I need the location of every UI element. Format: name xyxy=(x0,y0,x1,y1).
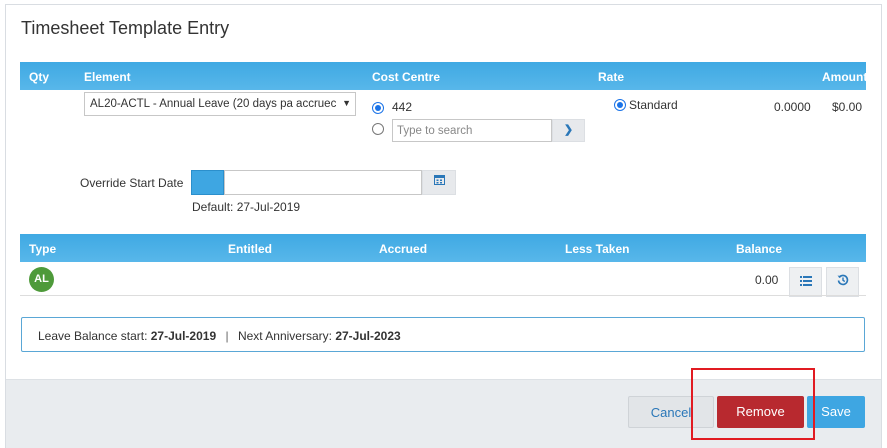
balance-history-button[interactable] xyxy=(826,267,859,297)
override-date-indicator xyxy=(191,170,224,195)
leave-balance-start-value: 27-Jul-2019 xyxy=(150,329,217,343)
balance-value: 0.00 xyxy=(755,273,779,287)
amount-column-header: Amount xyxy=(822,70,868,84)
list-icon xyxy=(799,276,812,286)
save-button[interactable]: Save xyxy=(807,396,865,428)
balance-column-header: Balance xyxy=(736,242,783,256)
rate-column-header: Rate xyxy=(598,70,625,84)
entitled-column-header: Entitled xyxy=(228,242,272,256)
rate-standard-label: Standard xyxy=(629,98,678,112)
dialog-title: Timesheet Template Entry xyxy=(21,18,230,38)
balance-row-divider xyxy=(20,295,866,296)
override-start-date-label: Override Start Date xyxy=(80,176,184,190)
history-icon xyxy=(837,274,848,286)
rate-value: 0.0000 xyxy=(774,100,811,114)
cost-centre-dropdown-button[interactable]: ❯ xyxy=(552,119,585,142)
override-start-date-input[interactable] xyxy=(224,170,422,195)
element-column-header: Element xyxy=(84,70,131,84)
cost-centre-column-header: Cost Centre xyxy=(372,70,441,84)
override-default-text: Default: 27-Jul-2019 xyxy=(192,200,301,214)
balance-table-header: Type Entitled Accrued Less Taken Balance xyxy=(20,234,866,262)
chevron-down-icon: ❯ xyxy=(563,124,574,136)
leave-balance-start-label: Leave Balance start: xyxy=(38,329,148,343)
leave-balance-info: Leave Balance start: 27-Jul-2019 | Next … xyxy=(21,317,865,352)
balance-details-button[interactable] xyxy=(789,267,822,297)
info-separator: | xyxy=(225,329,229,343)
rate-standard-radio[interactable] xyxy=(614,99,626,111)
cost-centre-search-radio[interactable] xyxy=(372,123,384,135)
cost-centre-search-placeholder: Type to search xyxy=(397,125,473,137)
type-column-header: Type xyxy=(29,242,57,256)
next-anniversary-value: 27-Jul-2023 xyxy=(335,329,401,343)
element-select-value: AL20-ACTL - Annual Leave (20 days pa acc… xyxy=(90,98,337,110)
accrued-column-header: Accrued xyxy=(379,242,428,256)
cost-centre-search-input[interactable]: Type to search xyxy=(392,119,552,142)
leave-type-badge: AL xyxy=(29,267,54,292)
cost-centre-442-label: 442 xyxy=(392,100,413,114)
calendar-icon xyxy=(433,175,445,185)
qty-column-header: Qty xyxy=(29,70,50,84)
less-taken-column-header: Less Taken xyxy=(565,242,630,256)
calendar-button[interactable] xyxy=(422,170,456,195)
element-select[interactable]: AL20-ACTL - Annual Leave (20 days pa acc… xyxy=(84,92,356,116)
amount-value: $0.00 xyxy=(832,100,863,114)
entry-table-header: Qty Element Cost Centre Rate Amount xyxy=(20,62,868,90)
chevron-down-icon: ▼ xyxy=(342,98,351,108)
remove-highlight-box xyxy=(691,368,815,440)
next-anniversary-label: Next Anniversary: xyxy=(237,329,332,343)
cost-centre-442-radio[interactable] xyxy=(372,102,384,114)
